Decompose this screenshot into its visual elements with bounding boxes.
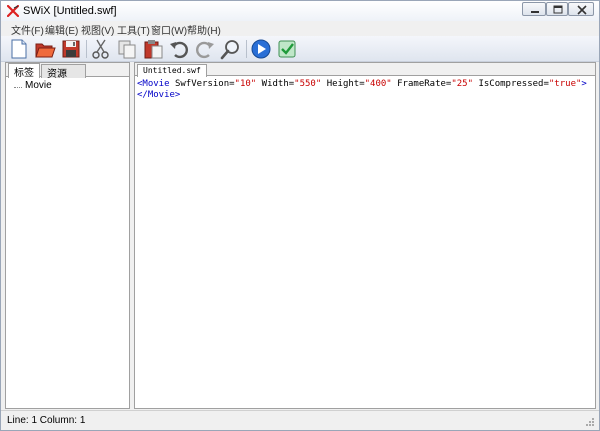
menu-file[interactable]: 文件(F) [11, 22, 44, 37]
xml-value: "25" [451, 79, 474, 89]
new-button[interactable] [8, 38, 30, 60]
maximize-icon [553, 5, 563, 14]
tab-resources[interactable]: 资源 [41, 64, 86, 80]
xml-editor[interactable]: <Movie SwfVersion="10" Width="550" Heigh… [137, 79, 593, 101]
xml-tag-close: > [581, 79, 587, 89]
cut-button[interactable] [90, 38, 112, 60]
redo-icon [196, 41, 214, 59]
copy-button[interactable] [116, 38, 138, 60]
xml-value: "550" [294, 79, 322, 89]
xml-value: "400" [364, 79, 392, 89]
menu-edit[interactable]: 编辑(E) [45, 22, 78, 37]
panel-tabs: 标签 资源 [6, 63, 129, 80]
undo-icon [170, 41, 188, 59]
menu-view[interactable]: 视图(V) [81, 22, 114, 37]
copy-icon [118, 40, 136, 59]
new-icon [11, 39, 27, 59]
xml-attribute: FrameRate= [397, 79, 452, 89]
tree-connector [14, 87, 22, 88]
title-bar[interactable]: SWiX [Untitled.swf] [1, 1, 599, 21]
menu-help[interactable]: 帮助(H) [187, 22, 221, 37]
open-icon [35, 43, 56, 58]
xml-value: "true" [548, 79, 582, 89]
minimize-button[interactable] [522, 2, 546, 16]
play-button[interactable] [250, 38, 272, 60]
xml-tag: <Movie [137, 79, 170, 89]
code-line-1: <Movie SwfVersion="10" Width="550" Heigh… [137, 79, 587, 89]
toolbar-separator [86, 40, 87, 58]
app-logo-icon [7, 5, 19, 17]
find-icon [220, 40, 239, 60]
find-button[interactable] [220, 38, 242, 60]
validate-icon [278, 40, 296, 58]
xml-attribute: SwfVersion= [174, 79, 235, 89]
menu-window[interactable]: 窗口(W) [151, 22, 187, 37]
tree-item-label: Movie [25, 80, 52, 91]
minimize-icon [531, 11, 539, 13]
maximize-button[interactable] [546, 2, 568, 16]
toolbar [1, 36, 599, 62]
resize-grip-icon[interactable] [585, 417, 595, 427]
window-title: SWiX [Untitled.swf] [23, 5, 117, 17]
paste-button[interactable] [142, 38, 164, 60]
save-button[interactable] [60, 38, 82, 60]
document-tabs: Untitled.swf [135, 63, 595, 77]
undo-button[interactable] [168, 38, 190, 60]
save-icon [62, 40, 80, 58]
play-icon [251, 39, 271, 59]
menu-bar: 文件(F) 编辑(E) 视图(V) 工具(T) 窗口(W) 帮助(H) [1, 21, 599, 37]
status-bar: Line: 1 Column: 1 [1, 410, 599, 430]
cursor-position: Line: 1 Column: 1 [7, 415, 86, 426]
paste-icon [144, 40, 163, 59]
xml-value: "10" [234, 79, 257, 89]
xml-attribute: Width= [261, 79, 295, 89]
cut-icon [92, 39, 109, 59]
redo-button[interactable] [194, 38, 216, 60]
close-icon [577, 5, 587, 15]
xml-attribute: IsCompressed= [478, 79, 549, 89]
close-button[interactable] [568, 2, 594, 16]
app-window: SWiX [Untitled.swf] 文件(F) 编辑(E) 视图(V) 工具… [0, 0, 600, 431]
code-line-2: </Movie> [137, 90, 181, 100]
editor-panel: Untitled.swf <Movie SwfVersion="10" Widt… [134, 62, 596, 409]
xml-attribute: Height= [326, 79, 365, 89]
tab-tags[interactable]: 标签 [8, 63, 40, 79]
tab-document[interactable]: Untitled.swf [137, 64, 207, 77]
menu-tools[interactable]: 工具(T) [117, 22, 150, 37]
tag-panel: 标签 资源 Movie [5, 62, 130, 409]
toolbar-separator [246, 40, 247, 58]
open-button[interactable] [34, 38, 56, 60]
validate-button[interactable] [276, 38, 298, 60]
